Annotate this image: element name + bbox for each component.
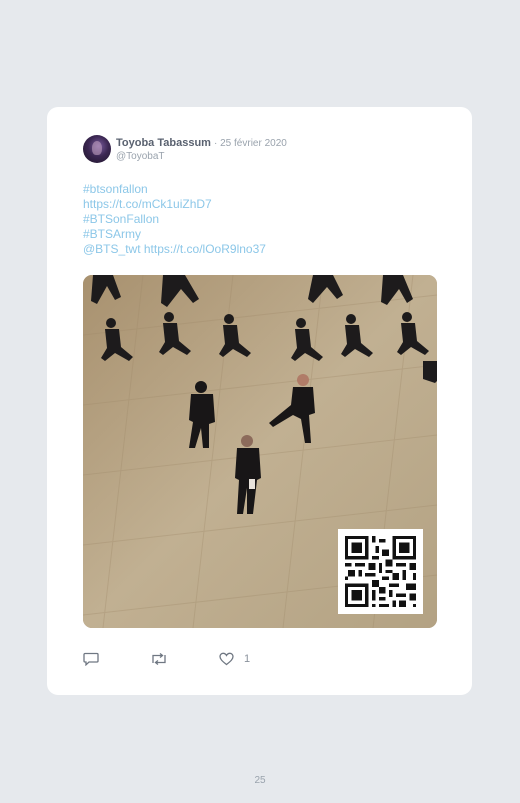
mention-url-link[interactable]: @BTS_twt https://t.co/lOoR9lno37	[83, 242, 266, 257]
tweet-card: Toyoba Tabassum · 25 février 2020 @Toyob…	[47, 107, 472, 695]
like-count: 1	[244, 653, 251, 665]
retweet-button[interactable]	[150, 651, 168, 667]
tweet-date[interactable]: · 25 février 2020	[214, 138, 287, 149]
page-number: 25	[254, 775, 266, 786]
tweet-text: #btsonfallon https://t.co/mCk1uiZhD7 #BT…	[83, 182, 266, 257]
hashtag-link[interactable]: #btsonfallon	[83, 182, 266, 197]
tweet-media-image[interactable]	[83, 275, 437, 628]
tweet-author: Toyoba Tabassum · 25 février 2020	[116, 137, 287, 150]
like-button[interactable]: 1	[219, 651, 250, 667]
author-handle[interactable]: @ToyobaT	[116, 151, 165, 163]
reply-icon	[83, 652, 99, 666]
tweet-actions: 1	[83, 651, 283, 667]
url-link[interactable]: https://t.co/mCk1uiZhD7	[83, 197, 266, 212]
avatar[interactable]	[83, 135, 111, 163]
qr-code-icon	[338, 529, 423, 614]
hashtag-link[interactable]: #BTSArmy	[83, 227, 266, 242]
author-name[interactable]: Toyoba Tabassum	[116, 137, 211, 149]
heart-icon	[219, 652, 234, 666]
hashtag-link[interactable]: #BTSonFallon	[83, 212, 266, 227]
retweet-icon	[152, 652, 166, 666]
reply-button[interactable]	[83, 651, 99, 667]
